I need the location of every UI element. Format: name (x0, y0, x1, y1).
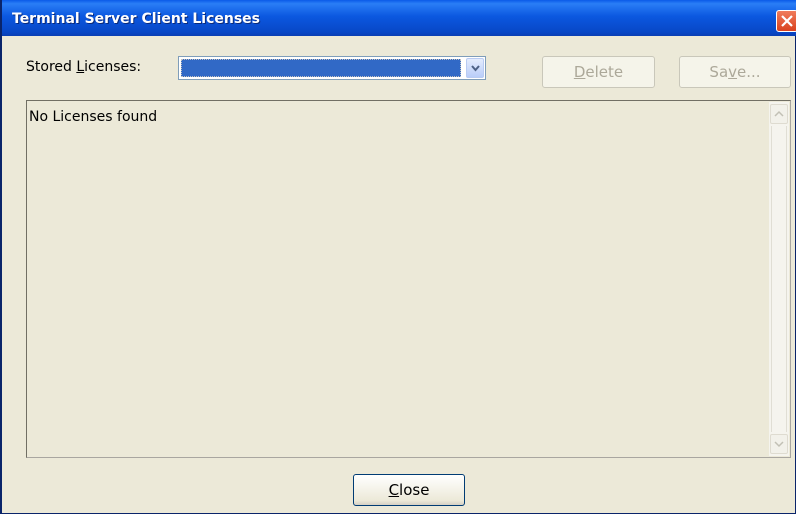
chevron-down-icon (774, 441, 784, 448)
license-dialog: Terminal Server Client Licenses Stored L… (0, 0, 796, 514)
chevron-down-icon (471, 65, 480, 72)
vertical-scrollbar[interactable] (769, 102, 789, 456)
empty-list-message: No Licenses found (29, 109, 158, 125)
scroll-track[interactable] (771, 126, 787, 432)
dropdown-selected-value (181, 59, 461, 77)
close-icon (781, 15, 793, 27)
dropdown-arrow-button[interactable] (466, 58, 484, 78)
licenses-list[interactable]: No Licenses found (26, 100, 791, 458)
scroll-down-button[interactable] (770, 434, 788, 454)
scroll-up-button[interactable] (770, 104, 788, 124)
save-button[interactable]: Save... (679, 56, 791, 88)
delete-button[interactable]: Delete (542, 56, 655, 88)
stored-licenses-dropdown[interactable] (178, 56, 486, 80)
title-bar[interactable]: Terminal Server Client Licenses (2, 0, 796, 36)
close-button[interactable]: Close (353, 474, 465, 506)
chevron-up-icon (774, 110, 784, 117)
stored-licenses-label: Stored Licenses: (26, 59, 142, 75)
title-close-button[interactable] (776, 10, 796, 32)
window-title: Terminal Server Client Licenses (12, 11, 260, 27)
